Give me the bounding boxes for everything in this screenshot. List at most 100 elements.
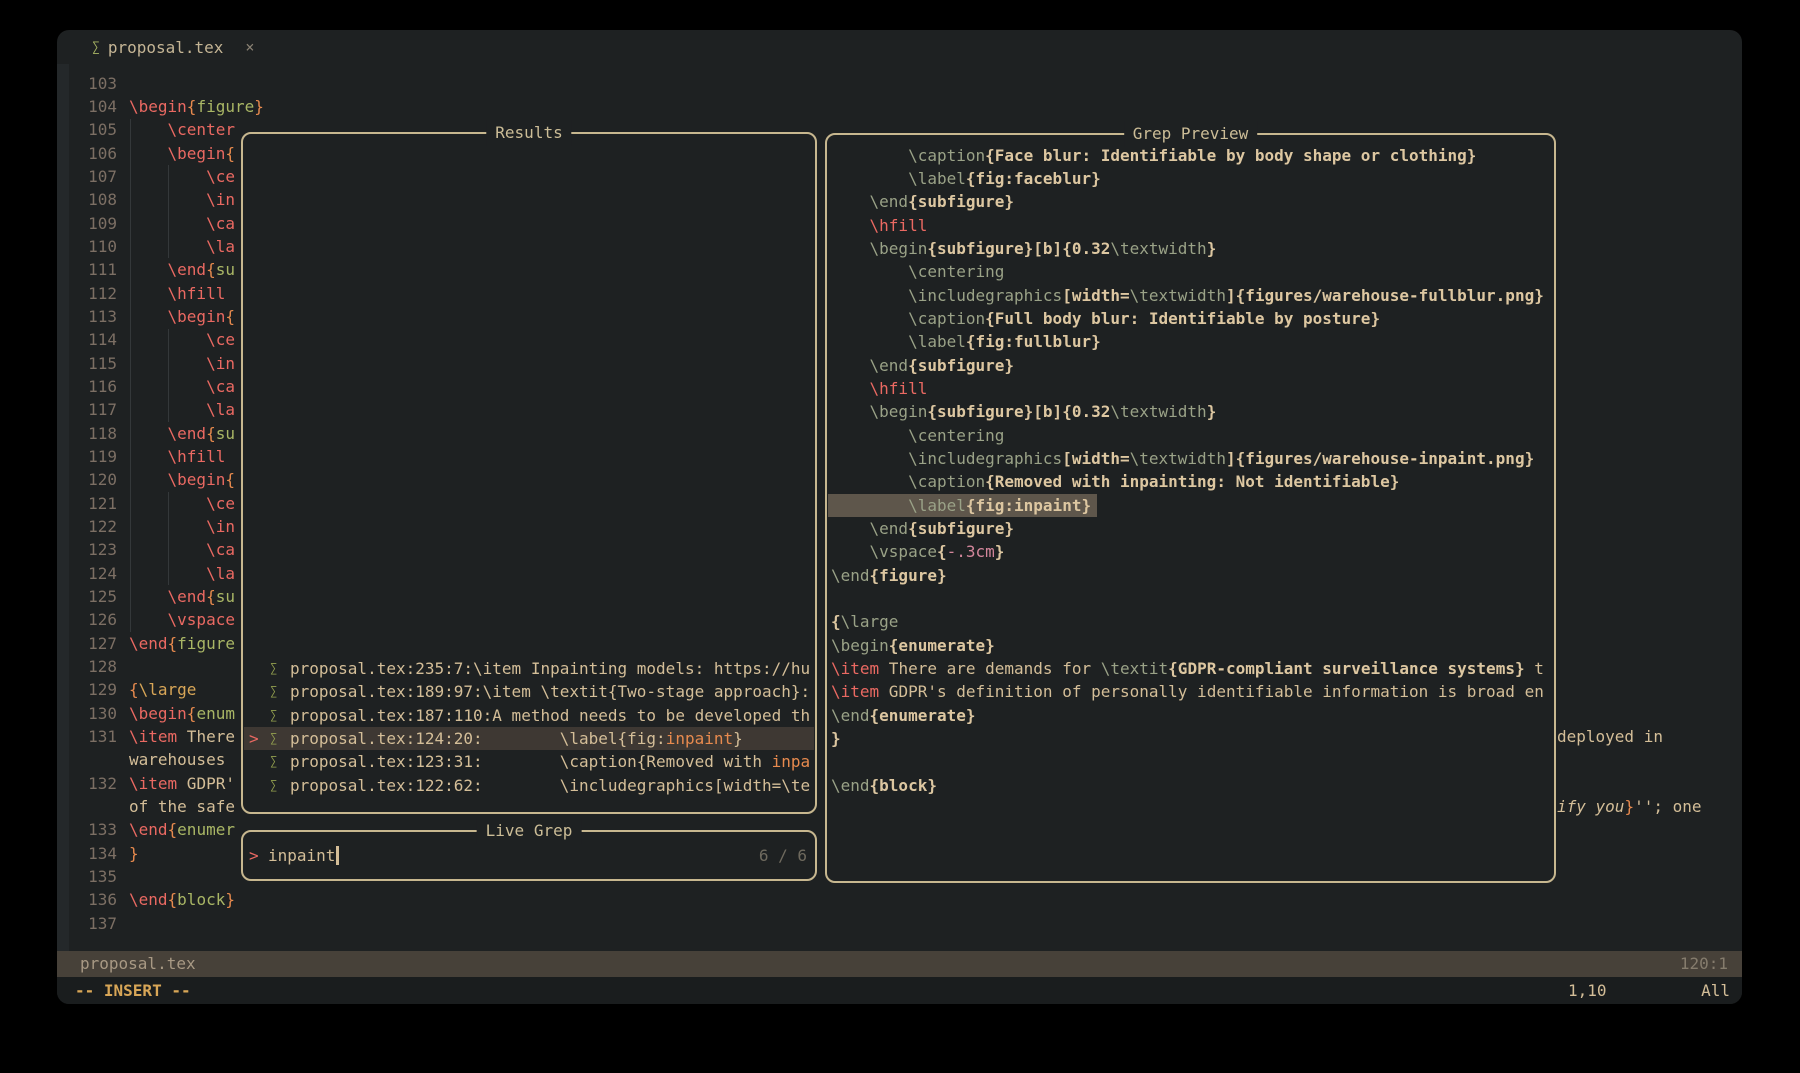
match-counter: 6 / 6 (759, 844, 807, 867)
line-number: 105 (72, 118, 117, 141)
preview-line: \item There are demands for \textit{GDPR… (827, 657, 1554, 680)
preview-line: \end{subfigure} (827, 354, 1554, 377)
line-number: 131 (72, 725, 117, 748)
statusline: -- INSERT -- 1,10 All (57, 977, 1742, 1004)
line-number: 126 (72, 608, 117, 631)
grep-preview-panel: Grep Preview \caption{Face blur: Identif… (825, 133, 1556, 883)
line-number: 123 (72, 538, 117, 561)
screen: ∑ proposal.tex × 103104\begin{figure}105… (0, 0, 1800, 1073)
result-row[interactable]: ∑proposal.tex:235:7:\item Inpainting mod… (243, 657, 815, 680)
preview-line (827, 750, 1554, 773)
line-number: 130 (72, 702, 117, 725)
line-number: 109 (72, 212, 117, 235)
preview-line (827, 587, 1554, 610)
text-cursor (336, 846, 339, 865)
result-row[interactable]: ∑proposal.tex:123:31: \caption{Removed w… (243, 750, 815, 773)
preview-line: \begin{subfigure}[b]{0.32\textwidth} (827, 237, 1554, 260)
line-number: 106 (72, 142, 117, 165)
preview-line: \caption{Full body blur: Identifiable by… (827, 307, 1554, 330)
search-query-input[interactable]: inpaint (268, 844, 335, 867)
preview-line: \centering (827, 260, 1554, 283)
preview-line: \centering (827, 424, 1554, 447)
editor-line[interactable]: 137 (57, 912, 1742, 935)
preview-line: \label{fig:fullblur} (827, 330, 1554, 353)
line-number: 128 (72, 655, 117, 678)
result-row[interactable]: ∑proposal.tex:122:62: \includegraphics[w… (243, 774, 815, 797)
line-number: 122 (72, 515, 117, 538)
editor-line[interactable]: 104\begin{figure} (57, 95, 1742, 118)
preview-line: \hfill (827, 214, 1554, 237)
tex-file-icon: ∑ (270, 704, 277, 727)
preview-line: \vspace{-.3cm} (827, 540, 1554, 563)
result-row[interactable]: ∑proposal.tex:187:110:A method needs to … (243, 704, 815, 727)
line-number: 136 (72, 888, 117, 911)
live-grep-box[interactable]: Live Grep > inpaint 6 / 6 (241, 830, 817, 881)
line-number: 119 (72, 445, 117, 468)
tex-file-icon: ∑ (270, 750, 277, 773)
editor-line[interactable]: 103 (57, 72, 1742, 95)
preview-line: \end{block} (827, 774, 1554, 797)
cursor-position: 1,10 (1568, 977, 1607, 1004)
preview-line: \end{subfigure} (827, 190, 1554, 213)
result-row[interactable]: ∑proposal.tex:189:97:\item \textit{Two-s… (243, 680, 815, 703)
tex-file-icon: ∑ (92, 40, 100, 55)
mode-indicator: -- INSERT -- (75, 977, 191, 1004)
line-number: 137 (72, 912, 117, 935)
tab-proposal-tex[interactable]: ∑ proposal.tex × (82, 30, 264, 64)
line-number: 117 (72, 398, 117, 421)
line-number: 114 (72, 328, 117, 351)
preview-line: \begin{subfigure}[b]{0.32\textwidth} (827, 400, 1554, 423)
editor-line[interactable]: 136\end{block} (57, 888, 1742, 911)
preview-content: \caption{Face blur: Identifiable by body… (827, 135, 1554, 881)
preview-line: \includegraphics[width=\textwidth]{figur… (827, 447, 1554, 470)
preview-line: \label{fig:inpaint} (827, 494, 1554, 517)
line-number: 110 (72, 235, 117, 258)
indent-guide (168, 165, 169, 258)
tex-file-icon: ∑ (270, 657, 277, 680)
line-number: 132 (72, 772, 117, 795)
results-list: ∑proposal.tex:235:7:\item Inpainting mod… (243, 134, 815, 812)
prompt-icon: > (249, 844, 259, 867)
preview-line: \label{fig:faceblur} (827, 167, 1554, 190)
preview-line: \caption{Removed with inpainting: Not id… (827, 470, 1554, 493)
preview-line: \begin{enumerate} (827, 634, 1554, 657)
line-number: 103 (72, 72, 117, 95)
tab-bar: ∑ proposal.tex × (57, 30, 1742, 64)
preview-line: {\large (827, 610, 1554, 633)
result-row[interactable]: >∑proposal.tex:124:20: \label{fig:inpain… (243, 727, 815, 750)
preview-line: \end{figure} (827, 564, 1554, 587)
preview-line: \caption{Face blur: Identifiable by body… (827, 144, 1554, 167)
indent-guide (130, 119, 131, 632)
winbar-filename: proposal.tex (80, 951, 196, 977)
line-number: 113 (72, 305, 117, 328)
tex-file-icon: ∑ (270, 774, 277, 797)
preview-line: \includegraphics[width=\textwidth]{figur… (827, 284, 1554, 307)
tab-label: proposal.tex (108, 38, 224, 57)
line-number: 108 (72, 188, 117, 211)
terminal-window: ∑ proposal.tex × 103104\begin{figure}105… (57, 30, 1742, 1004)
line-number: 125 (72, 585, 117, 608)
line-number: 120 (72, 468, 117, 491)
line-number: 129 (72, 678, 117, 701)
preview-line: } (827, 727, 1554, 750)
line-number: 115 (72, 352, 117, 375)
line-number: 124 (72, 562, 117, 585)
line-number: 118 (72, 422, 117, 445)
line-number: 104 (72, 95, 117, 118)
line-number: 134 (72, 842, 117, 865)
tab-close-icon[interactable]: × (245, 38, 254, 56)
line-number: 112 (72, 282, 117, 305)
indent-guide (168, 329, 169, 422)
scroll-indicator: All (1701, 977, 1730, 1004)
line-number: 127 (72, 632, 117, 655)
winbar: proposal.tex 120:1 (57, 951, 1742, 977)
line-number: 111 (72, 258, 117, 281)
line-number: 107 (72, 165, 117, 188)
winbar-ruler: 120:1 (1680, 951, 1728, 977)
selection-caret-icon: > (249, 727, 259, 750)
tex-file-icon: ∑ (270, 727, 277, 750)
line-number: 116 (72, 375, 117, 398)
tex-file-icon: ∑ (270, 680, 277, 703)
indent-guide (168, 492, 169, 585)
line-number: 133 (72, 818, 117, 841)
